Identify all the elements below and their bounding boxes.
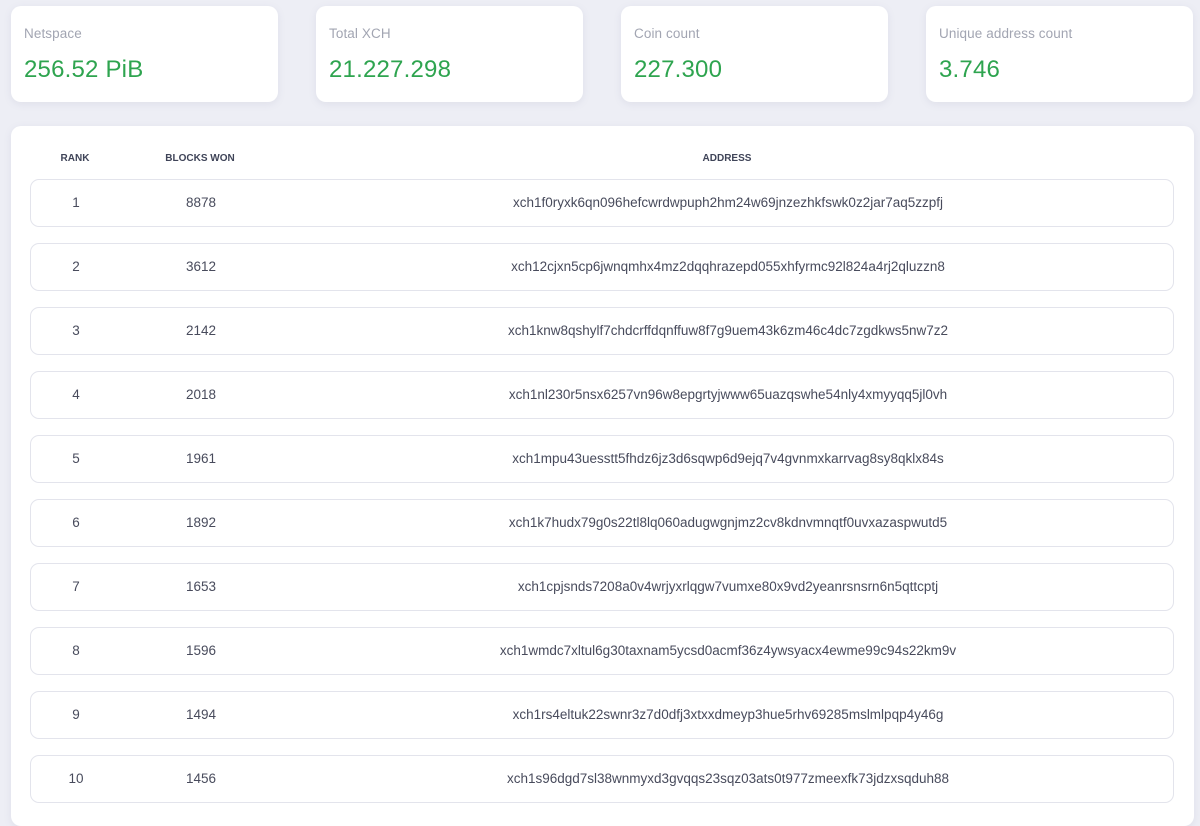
address-column-header[interactable]: ADDRESS	[280, 151, 1174, 167]
blocks-won-cell: 8878	[185, 195, 217, 210]
unique-address-count-card: Unique address count 3.746	[926, 6, 1193, 102]
rank-cell: 4	[72, 387, 80, 402]
rank-cell: 6	[72, 515, 80, 530]
address-link[interactable]: xch1f0ryxk6qn096hefcwrdwpuph2hm24w69jnze…	[281, 180, 1175, 226]
address-link[interactable]: xch1knw8qshylf7chdcrffdqnffuw8f7g9uem43k…	[281, 308, 1175, 354]
rank-column-header[interactable]: RANK	[30, 151, 120, 167]
netspace-value: 256.52 PiB	[24, 56, 144, 83]
table-header: RANK BLOCKS WON ADDRESS	[30, 151, 1174, 167]
address-link[interactable]: xch1mpu43uesstt5fhdz6jz3d6sqwp6d9ejq7v4g…	[281, 436, 1175, 482]
rank-cell: 8	[72, 643, 80, 658]
farmers-ranking-table: RANK BLOCKS WON ADDRESS 1 8878 xch1f0ryx…	[11, 126, 1194, 826]
blocks-won-cell: 1961	[185, 451, 217, 466]
table-row[interactable]: 8 1596 xch1wmdc7xltul6g30taxnam5ycsd0acm…	[30, 627, 1174, 675]
address-link[interactable]: xch1wmdc7xltul6g30taxnam5ycsd0acmf36z4yw…	[281, 628, 1175, 674]
rank-cell: 1	[72, 195, 80, 210]
address-link[interactable]: xch1nl230r5nsx6257vn96w8epgrtyjwww65uazq…	[281, 372, 1175, 418]
netspace-label: Netspace	[24, 26, 82, 41]
rank-cell: 10	[68, 771, 84, 786]
rank-cell: 5	[72, 451, 80, 466]
rank-cell: 7	[72, 579, 80, 594]
rank-cell: 9	[72, 707, 80, 722]
address-link[interactable]: xch12cjxn5cp6jwnqmhx4mz2dqqhrazepd055xhf…	[281, 244, 1175, 290]
address-link[interactable]: xch1cpjsnds7208a0v4wrjyxrlqgw7vumxe80x9v…	[281, 564, 1175, 610]
coin-count-card: Coin count 227.300	[621, 6, 888, 102]
unique-address-count-value: 3.746	[939, 56, 1001, 83]
rank-cell: 3	[72, 323, 80, 338]
blocks-won-cell: 1456	[185, 771, 217, 786]
address-link[interactable]: xch1k7hudx79g0s22tl8lq060adugwgnjmz2cv8k…	[281, 500, 1175, 546]
table-row[interactable]: 6 1892 xch1k7hudx79g0s22tl8lq060adugwgnj…	[30, 499, 1174, 547]
blocks-won-cell: 1596	[185, 643, 217, 658]
blocks-won-cell: 1653	[185, 579, 217, 594]
coin-count-label: Coin count	[634, 26, 700, 41]
total-xch-value: 21.227.298	[329, 56, 452, 83]
table-row[interactable]: 4 2018 xch1nl230r5nsx6257vn96w8epgrtyjww…	[30, 371, 1174, 419]
total-xch-card: Total XCH 21.227.298	[316, 6, 583, 102]
table-row[interactable]: 5 1961 xch1mpu43uesstt5fhdz6jz3d6sqwp6d9…	[30, 435, 1174, 483]
rank-cell: 2	[72, 259, 80, 274]
blocks-won-cell: 1892	[185, 515, 217, 530]
coin-count-value: 227.300	[634, 56, 723, 83]
blocks-won-column-header[interactable]: BLOCKS WON	[120, 151, 280, 167]
table-row[interactable]: 9 1494 xch1rs4eltuk22swnr3z7d0dfj3xtxxdm…	[30, 691, 1174, 739]
unique-address-count-label: Unique address count	[939, 26, 1073, 41]
address-link[interactable]: xch1rs4eltuk22swnr3z7d0dfj3xtxxdmeyp3hue…	[281, 692, 1175, 738]
address-link[interactable]: xch1s96dgd7sl38wnmyxd3gvqqs23sqz03ats0t9…	[281, 756, 1175, 802]
stats-bar: Netspace 256.52 PiB Total XCH 21.227.298…	[11, 6, 1194, 102]
blocks-won-cell: 1494	[185, 707, 217, 722]
total-xch-label: Total XCH	[329, 26, 391, 41]
table-row[interactable]: 10 1456 xch1s96dgd7sl38wnmyxd3gvqqs23sqz…	[30, 755, 1174, 803]
table-row[interactable]: 7 1653 xch1cpjsnds7208a0v4wrjyxrlqgw7vum…	[30, 563, 1174, 611]
blocks-won-cell: 2018	[185, 387, 217, 402]
table-row[interactable]: 2 3612 xch12cjxn5cp6jwnqmhx4mz2dqqhrazep…	[30, 243, 1174, 291]
netspace-card: Netspace 256.52 PiB	[11, 6, 278, 102]
table-row[interactable]: 3 2142 xch1knw8qshylf7chdcrffdqnffuw8f7g…	[30, 307, 1174, 355]
blocks-won-cell: 2142	[185, 323, 217, 338]
table-body: 1 8878 xch1f0ryxk6qn096hefcwrdwpuph2hm24…	[30, 179, 1174, 819]
blocks-won-cell: 3612	[185, 259, 217, 274]
table-row[interactable]: 1 8878 xch1f0ryxk6qn096hefcwrdwpuph2hm24…	[30, 179, 1174, 227]
